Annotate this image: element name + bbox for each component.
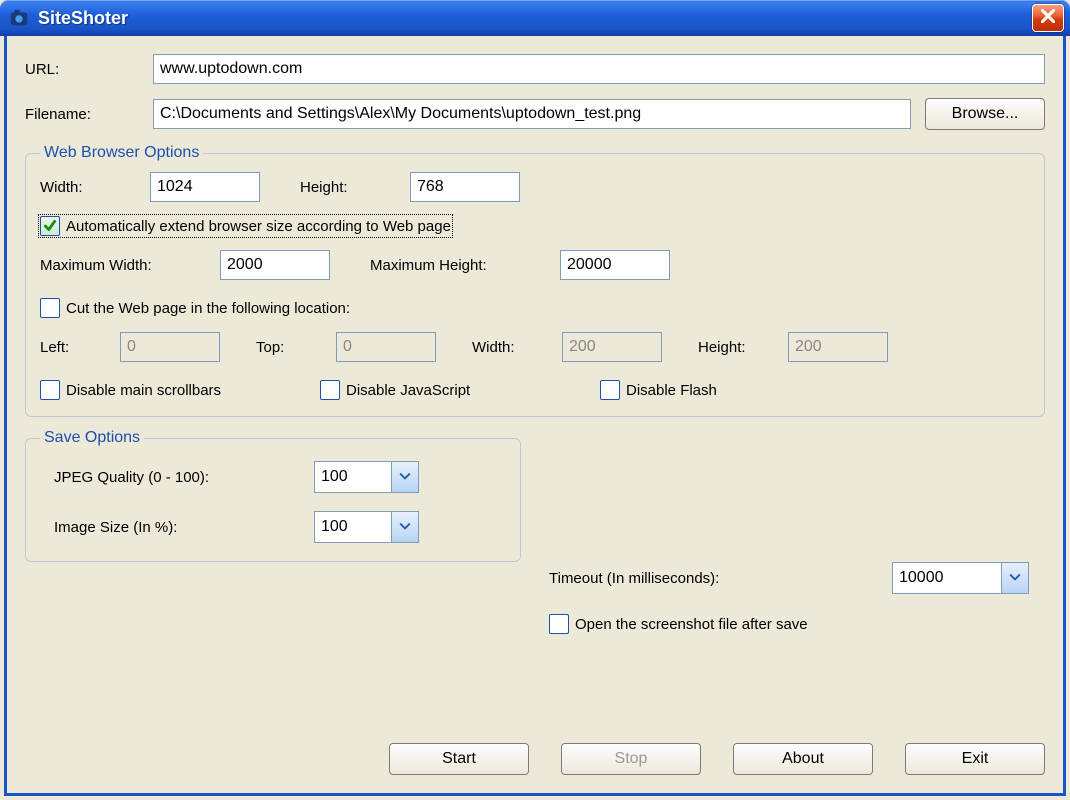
- cut-left-input: [120, 332, 220, 362]
- filename-label: Filename:: [25, 106, 153, 123]
- checkbox-icon: [40, 298, 60, 318]
- titlebar[interactable]: SiteShoter: [0, 0, 1070, 36]
- cut-page-checkbox[interactable]: Cut the Web page in the following locati…: [40, 298, 350, 318]
- chevron-down-icon: [399, 469, 411, 486]
- window-title: SiteShoter: [38, 8, 1032, 29]
- url-label: URL:: [25, 61, 153, 78]
- max-height-label: Maximum Height:: [370, 257, 560, 274]
- max-width-label: Maximum Width:: [40, 257, 220, 274]
- width-label: Width:: [40, 179, 150, 196]
- jpeg-quality-label: JPEG Quality (0 - 100):: [54, 469, 314, 486]
- height-label: Height:: [300, 179, 410, 196]
- checkbox-icon: [600, 380, 620, 400]
- dropdown-button[interactable]: [1001, 563, 1028, 593]
- cut-page-label: Cut the Web page in the following locati…: [66, 300, 350, 317]
- stop-button: Stop: [561, 743, 701, 775]
- auto-extend-label: Automatically extend browser size accord…: [66, 218, 451, 235]
- start-button[interactable]: Start: [389, 743, 529, 775]
- open-after-save-label: Open the screenshot file after save: [575, 616, 808, 633]
- dropdown-button[interactable]: [391, 462, 418, 492]
- disable-flash-label: Disable Flash: [626, 382, 717, 399]
- client-area: URL: Filename: Browse... Web Browser Opt…: [4, 36, 1066, 796]
- open-after-save-checkbox[interactable]: Open the screenshot file after save: [549, 614, 808, 634]
- app-icon: [8, 7, 30, 29]
- cut-width-input: [562, 332, 662, 362]
- checkbox-icon: [320, 380, 340, 400]
- disable-javascript-label: Disable JavaScript: [346, 382, 470, 399]
- exit-button[interactable]: Exit: [905, 743, 1045, 775]
- disable-scrollbars-label: Disable main scrollbars: [66, 382, 221, 399]
- checkbox-icon: [40, 216, 60, 236]
- max-height-input[interactable]: [560, 250, 670, 280]
- extra-options-area: Timeout (In milliseconds): Open the scre…: [549, 562, 1029, 648]
- auto-extend-checkbox[interactable]: Automatically extend browser size accord…: [40, 216, 451, 236]
- about-button[interactable]: About: [733, 743, 873, 775]
- cut-width-label: Width:: [472, 339, 562, 356]
- timeout-input[interactable]: [893, 563, 1001, 593]
- cut-height-input: [788, 332, 888, 362]
- save-options-group: Save Options JPEG Quality (0 - 100): Ima…: [25, 429, 521, 562]
- width-input[interactable]: [150, 172, 260, 202]
- web-browser-options-legend: Web Browser Options: [40, 144, 203, 162]
- button-bar: Start Stop About Exit: [7, 743, 1063, 775]
- disable-javascript-checkbox[interactable]: Disable JavaScript: [320, 380, 600, 400]
- save-options-legend: Save Options: [40, 429, 144, 447]
- close-icon: [1041, 9, 1055, 27]
- chevron-down-icon: [399, 519, 411, 536]
- jpeg-quality-input[interactable]: [315, 462, 391, 492]
- cut-height-label: Height:: [698, 339, 788, 356]
- timeout-combo[interactable]: [892, 562, 1029, 594]
- image-size-label: Image Size (In %):: [54, 519, 314, 536]
- cut-left-label: Left:: [40, 339, 120, 356]
- cut-top-input: [336, 332, 436, 362]
- height-input[interactable]: [410, 172, 520, 202]
- filename-input[interactable]: [153, 99, 911, 129]
- disable-scrollbars-checkbox[interactable]: Disable main scrollbars: [40, 380, 320, 400]
- checkbox-icon: [40, 380, 60, 400]
- cut-top-label: Top:: [256, 339, 336, 356]
- dropdown-button[interactable]: [391, 512, 418, 542]
- image-size-combo[interactable]: [314, 511, 419, 543]
- jpeg-quality-combo[interactable]: [314, 461, 419, 493]
- url-input[interactable]: [153, 54, 1045, 84]
- web-browser-options-group: Web Browser Options Width: Height: Autom…: [25, 144, 1045, 417]
- close-button[interactable]: [1032, 4, 1064, 32]
- checkbox-icon: [549, 614, 569, 634]
- timeout-label: Timeout (In milliseconds):: [549, 570, 892, 587]
- chevron-down-icon: [1009, 570, 1021, 587]
- image-size-input[interactable]: [315, 512, 391, 542]
- max-width-input[interactable]: [220, 250, 330, 280]
- browse-button[interactable]: Browse...: [925, 98, 1045, 130]
- disable-flash-checkbox[interactable]: Disable Flash: [600, 380, 717, 400]
